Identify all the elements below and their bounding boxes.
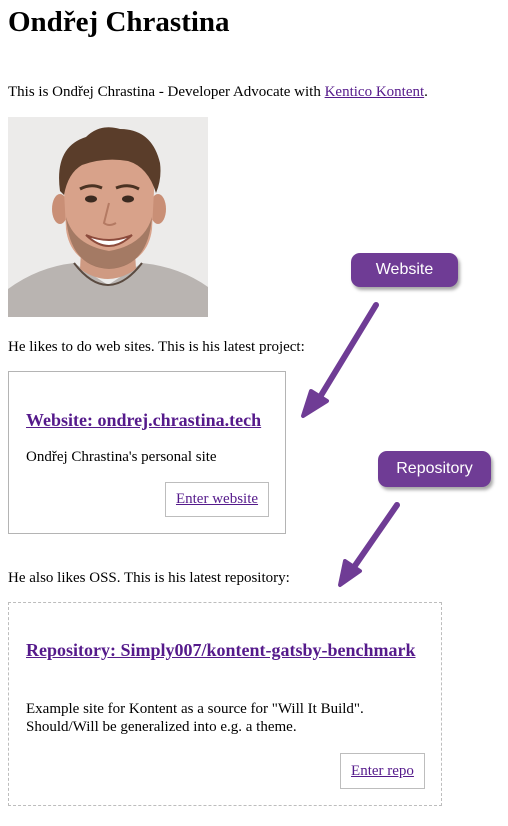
repository-title-link[interactable]: Repository: Simply007/kontent-gatsby-ben…	[26, 640, 416, 660]
page-title: Ondřej Chrastina	[8, 6, 230, 38]
repository-arrow	[338, 502, 400, 587]
enter-website-button[interactable]: Enter website	[165, 482, 269, 517]
website-card-title: Website: ondrej.chrastina.tech	[26, 408, 261, 432]
profile-photo	[8, 117, 208, 317]
website-title-link[interactable]: Website: ondrej.chrastina.tech	[26, 410, 261, 430]
repository-callout: Repository	[378, 451, 491, 487]
intro-text: This is Ondřej Chrastina - Developer Adv…	[8, 84, 325, 100]
repository-card: Repository: Simply007/kontent-gatsby-ben…	[8, 602, 442, 806]
repository-card-title: Repository: Simply007/kontent-gatsby-ben…	[26, 638, 416, 662]
kentico-kontent-link[interactable]: Kentico Kontent	[325, 84, 425, 100]
intro-suffix: .	[424, 84, 428, 100]
repositories-intro: He also likes OSS. This is his latest re…	[8, 570, 290, 586]
portrait-illustration	[8, 117, 208, 317]
website-arrow	[301, 302, 379, 418]
intro-paragraph: This is Ondřej Chrastina - Developer Adv…	[8, 83, 428, 101]
enter-repo-button[interactable]: Enter repo	[340, 753, 425, 789]
website-callout: Website	[351, 253, 458, 287]
projects-intro: He likes to do web sites. This is his la…	[8, 339, 305, 355]
website-card: Website: ondrej.chrastina.tech Ondřej Ch…	[8, 371, 286, 534]
repository-card-description: Example site for Kontent as a source for…	[26, 701, 364, 735]
website-card-description: Ondřej Chrastina's personal site	[26, 449, 217, 465]
